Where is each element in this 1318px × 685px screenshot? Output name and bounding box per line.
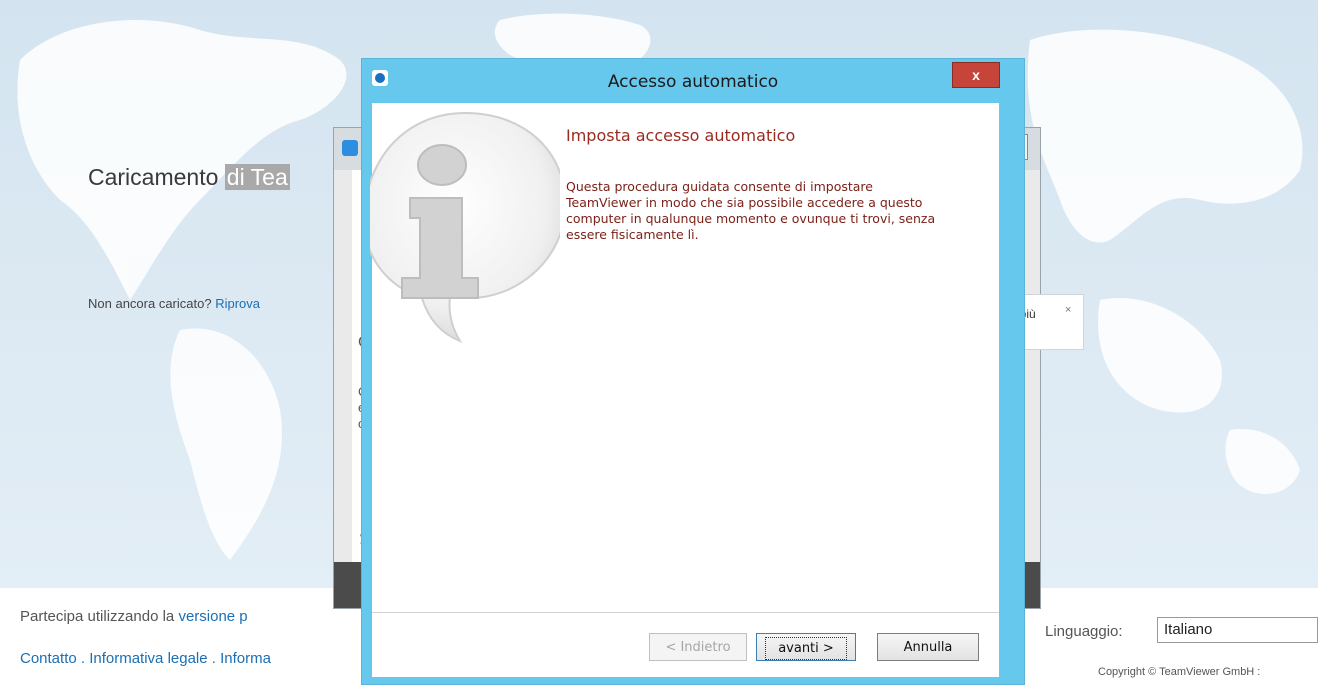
close-button[interactable]: x [952,62,1000,88]
dialog-titlebar: Accesso automatico x [362,59,1024,99]
footer-join-link[interactable]: versione p [178,608,247,625]
info-speech-bubble-icon [370,111,560,343]
footer-join-text: Partecipa utilizzando la [20,608,175,625]
dialog-body: Imposta accesso automatico Questa proced… [370,103,999,677]
retry-prefix: Non ancora caricato? [88,296,212,311]
close-icon[interactable]: × [1065,304,1071,316]
dialog-divider [372,612,999,613]
loading-title-highlight: di Tea [224,164,290,190]
language-select[interactable]: Italiano [1157,617,1318,643]
retry-link[interactable]: Riprova [215,296,260,311]
loading-title-prefix: Caricamento [88,164,219,190]
teamviewer-icon [342,140,358,156]
footer-links[interactable]: Contatto . Informativa legale . Informa [20,650,271,667]
automatic-access-dialog: Accesso automatico x Imposta accesso aut… [361,58,1025,685]
cancel-button[interactable]: Annulla [877,633,979,661]
retry-line: Non ancora caricato? Riprova [88,296,260,311]
back-button[interactable]: < Indietro [649,633,747,661]
footer-join-line: Partecipa utilizzando la versione p [20,608,248,625]
loading-title: Caricamento di Tea [88,164,290,191]
next-button-label: avanti > [765,637,847,660]
dialog-description: Questa procedura guidata consente di imp… [566,179,936,242]
dialog-heading: Imposta accesso automatico [566,126,796,145]
dialog-title: Accesso automatico [607,72,779,92]
next-button[interactable]: avanti > [756,633,856,661]
language-label: Linguaggio: [1045,623,1123,640]
copyright-text: Copyright © TeamViewer GmbH : [1098,666,1261,678]
